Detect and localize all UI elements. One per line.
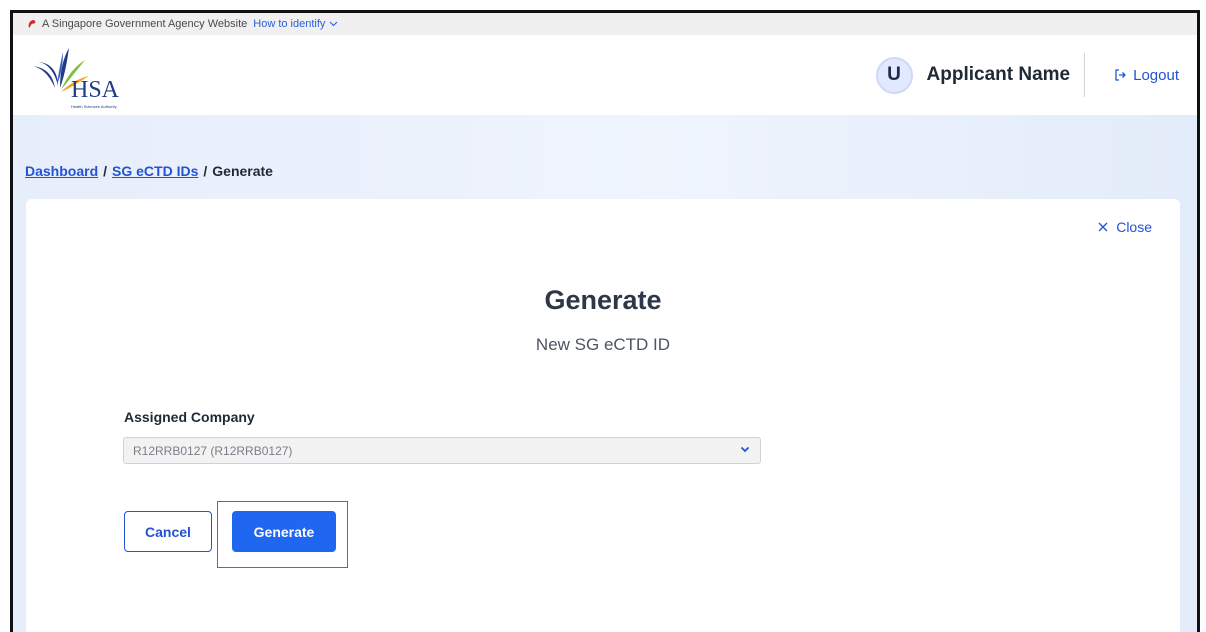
logo-text: HSA <box>71 77 120 103</box>
content-band: Dashboard / SG eCTD IDs / Generate Close Gen… <box>13 115 1197 632</box>
logo-subtext: Health Sciences Authority <box>71 104 117 109</box>
masthead-text: A Singapore Government Agency Website <box>42 18 248 30</box>
chevron-down-icon <box>330 21 338 27</box>
user-area: U Applicant Name Logout <box>875 35 1179 115</box>
hsa-logo[interactable]: HSA Health Sciences Authority <box>27 40 157 110</box>
logout-icon <box>1115 69 1127 81</box>
close-button[interactable]: Close <box>1098 219 1152 235</box>
breadcrumb-sg-ectd-ids[interactable]: SG eCTD IDs <box>112 163 198 179</box>
assigned-company-select[interactable]: R12RRB0127 (R12RRB0127) <box>123 437 761 464</box>
how-to-identify-label: How to identify <box>253 18 326 30</box>
breadcrumb-dashboard[interactable]: Dashboard <box>25 163 98 179</box>
assigned-company-value: R12RRB0127 (R12RRB0127) <box>133 443 293 458</box>
avatar[interactable]: U <box>875 56 913 94</box>
generate-card: Close Generate New SG eCTD ID Assigned C… <box>26 199 1180 632</box>
breadcrumb-current: Generate <box>212 163 273 179</box>
close-label: Close <box>1116 219 1152 235</box>
cancel-button[interactable]: Cancel <box>124 511 212 552</box>
gov-masthead: A Singapore Government Agency Website Ho… <box>13 13 1197 35</box>
breadcrumb-separator: / <box>203 163 208 179</box>
browser-frame: A Singapore Government Agency Website Ho… <box>10 10 1200 632</box>
annotation-highlight-box <box>217 501 348 568</box>
lion-head-icon <box>28 20 36 28</box>
breadcrumb-separator: / <box>103 163 108 179</box>
assigned-company-label: Assigned Company <box>124 409 255 425</box>
page-title: Generate <box>544 285 662 315</box>
how-to-identify-link[interactable]: How to identify <box>253 18 338 30</box>
page-subtitle: New SG eCTD ID <box>535 335 671 354</box>
close-icon <box>1098 222 1108 232</box>
breadcrumb: Dashboard / SG eCTD IDs / Generate <box>25 163 273 179</box>
user-name: Applicant Name <box>926 64 1071 85</box>
header-divider <box>1084 53 1086 97</box>
chevron-down-icon <box>740 446 750 453</box>
logout-button[interactable]: Logout <box>1113 67 1179 84</box>
logout-label: Logout <box>1133 66 1179 84</box>
site-header: HSA Health Sciences Authority U Applican… <box>13 35 1197 115</box>
